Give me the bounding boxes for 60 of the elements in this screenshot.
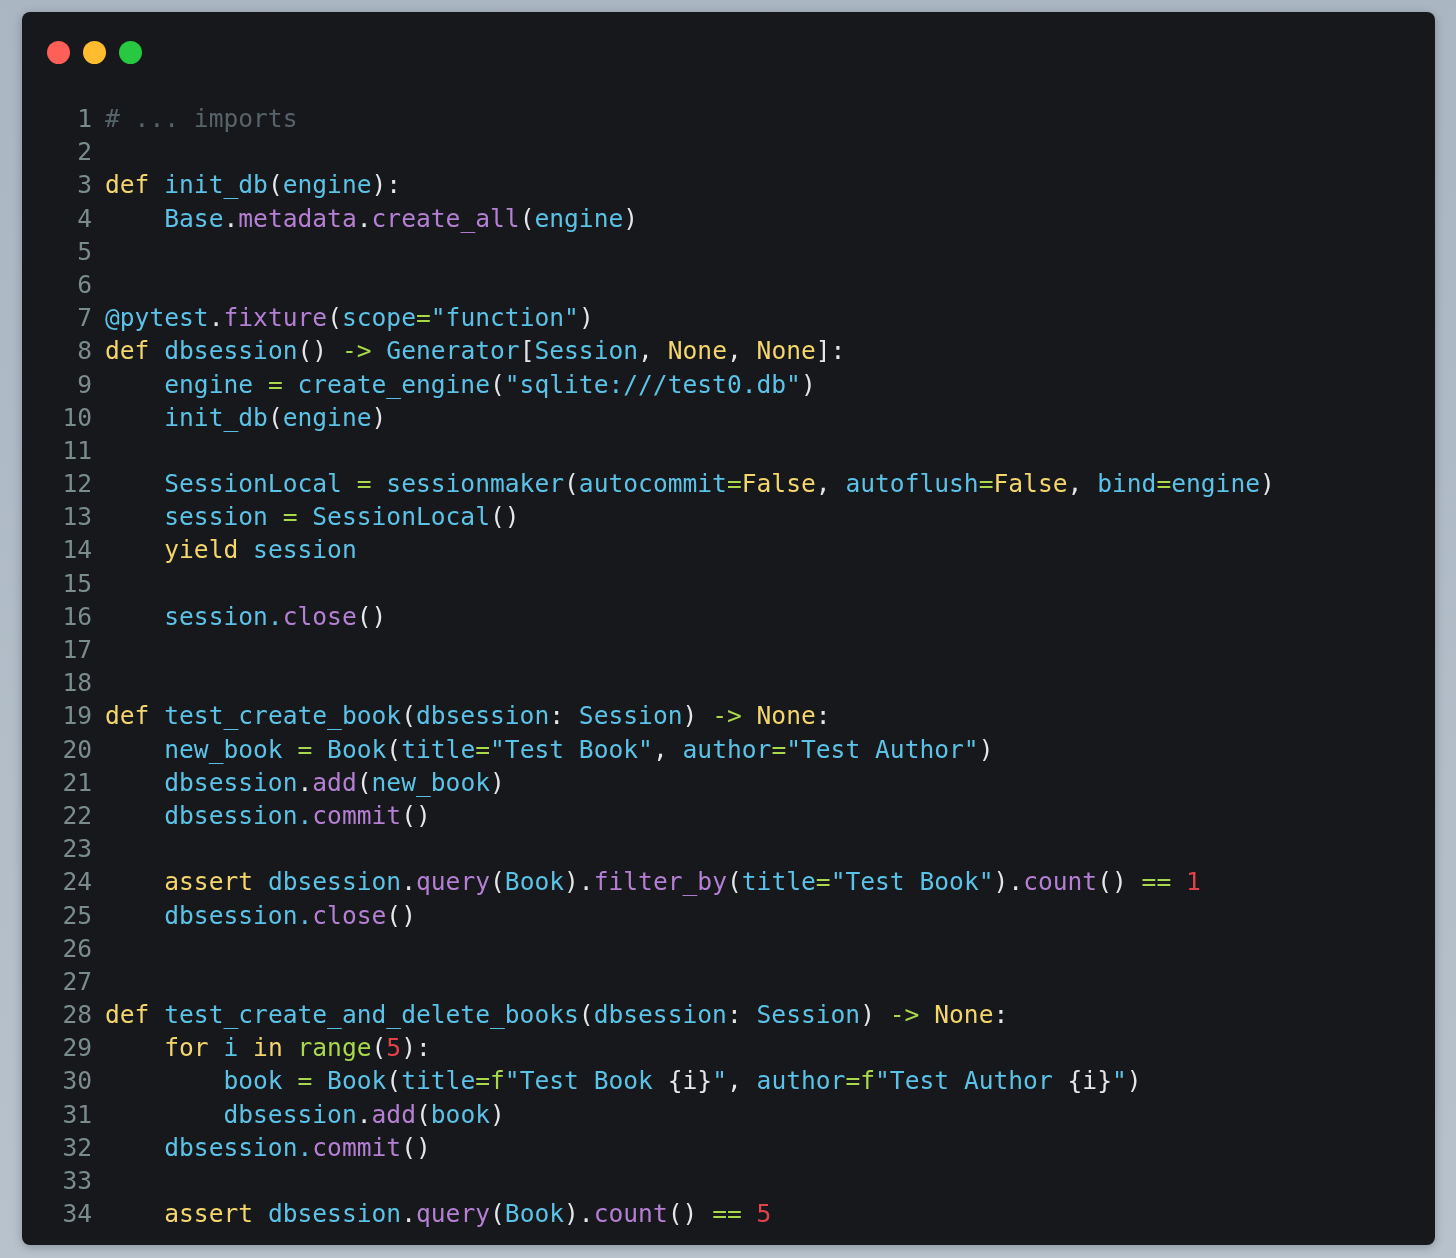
code-line: dbsession.add(new_book) [163, 766, 505, 799]
line-number: 12 [61, 468, 92, 501]
code-line: yield session [163, 534, 357, 567]
code-line: def test_create_and_delete_books(dbsession: Session) -> None: [105, 999, 1009, 1032]
code-line: SessionLocal = sessionmaker(autocommit=False, autoflush=False, bind=engine) [163, 468, 1275, 501]
line-number: 15 [61, 567, 92, 600]
code-line: book = Book(title=f"Test Book {i}", author=f"Test Author {i}") [222, 1065, 1142, 1098]
line-number: 25 [61, 899, 92, 932]
line-number: 1 [76, 103, 92, 135]
line-number: 21 [61, 766, 92, 799]
line-number: 11 [61, 434, 92, 467]
line-number: 18 [61, 667, 92, 700]
line-number: 8 [76, 335, 92, 368]
line-number: 9 [76, 368, 92, 401]
code-line: dbsession.commit() [163, 799, 431, 832]
code-line: Base.metadata.create_all(engine) [163, 202, 639, 235]
line-number: 16 [61, 600, 92, 633]
line-number: 23 [61, 833, 92, 866]
line-number: 34 [61, 1198, 92, 1231]
line-number: 17 [61, 634, 92, 666]
code-line: session.close() [163, 600, 387, 633]
line-number: 13 [61, 501, 92, 534]
code-line: def dbsession() -> Generator[Session, None, None]: [105, 335, 846, 368]
line-number: 30 [61, 1065, 92, 1098]
line-number: 6 [76, 268, 92, 301]
line-number: 33 [61, 1165, 92, 1197]
line-number: 29 [61, 1032, 92, 1065]
code-line: engine = create_engine("sqlite:///test0.db") [163, 368, 816, 401]
code-line: new_book = Book(title="Test Book", author="Test Author") [163, 733, 994, 766]
code-line: # ... imports [105, 103, 298, 135]
line-number: 19 [61, 700, 92, 733]
code-line: def init_db(engine): [105, 169, 402, 202]
line-number: 22 [61, 799, 92, 832]
line-number: 27 [61, 965, 92, 998]
code-line: dbsession.add(book) [222, 1098, 505, 1131]
code-line: dbsession.close() [163, 899, 416, 932]
code-line: session = SessionLocal() [163, 501, 520, 534]
code-line: assert dbsession.query(Book).count() == 5 [163, 1198, 772, 1231]
line-number: 24 [61, 866, 92, 899]
code-line: @pytest.fixture(scope="function") [105, 302, 594, 335]
code-line: dbsession.commit() [163, 1131, 431, 1164]
line-number: 4 [76, 202, 92, 235]
line-number: 14 [61, 534, 92, 567]
line-number: 32 [61, 1131, 92, 1164]
code-line: assert dbsession.query(Book).filter_by(title="Test Book").count() == 1 [163, 866, 1201, 899]
close-icon[interactable] [47, 41, 70, 64]
line-number: 10 [61, 401, 92, 434]
line-number: 2 [76, 136, 92, 169]
line-number: 5 [76, 235, 92, 268]
line-number: 31 [61, 1098, 92, 1131]
line-number: 26 [61, 932, 92, 965]
maximize-icon[interactable] [119, 41, 142, 64]
code-line: init_db(engine) [163, 401, 387, 434]
code-line: for i in range(5): [163, 1032, 431, 1065]
code-line: def test_create_book(dbsession: Session) -> None: [105, 700, 831, 733]
line-number: 28 [61, 999, 92, 1032]
line-number: 3 [76, 169, 92, 202]
minimize-icon[interactable] [83, 41, 106, 64]
line-number: 7 [76, 302, 92, 335]
line-number: 20 [61, 733, 92, 766]
